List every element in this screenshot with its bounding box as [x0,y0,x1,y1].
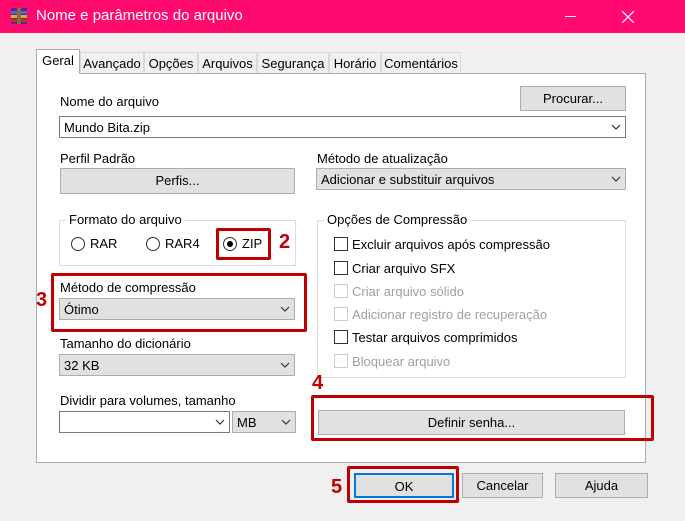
tab-avancado[interactable]: Avançado [80,52,144,73]
radio-rar[interactable] [71,237,85,251]
archive-format-title: Formato do arquivo [66,212,185,227]
chevron-down-icon [611,124,621,130]
winrar-app-icon [11,8,27,24]
chevron-down-icon [215,419,225,425]
minimize-icon [564,16,576,17]
highlight-compression-method [51,273,307,332]
update-method-label: Método de atualização [317,151,448,166]
profiles-button[interactable]: Perfis... [60,168,295,194]
tab-seguranca[interactable]: Segurança [257,52,329,73]
radio-rar-label: RAR [90,236,118,251]
browse-button[interactable]: Procurar... [520,86,626,111]
option-lock-archive-label: Bloquear arquivo [352,354,451,369]
tab-geral[interactable]: Geral [36,49,80,74]
update-method-value: Adicionar e substituir arquivos [321,172,495,187]
annotation-number-5: 5 [331,476,343,498]
checkbox-lock-archive [334,354,348,368]
option-solid-archive-label: Criar arquivo sólido [352,284,464,299]
help-button[interactable]: Ajuda [555,473,648,498]
update-method-combo[interactable]: Adicionar e substituir arquivos [316,168,626,190]
dictionary-size-label: Tamanho do dicionário [60,336,191,351]
option-test-files-label: Testar arquivos comprimidos [352,330,518,345]
close-icon [622,10,634,23]
tab-opcoes[interactable]: Opções [144,52,198,73]
option-delete-after-label: Excluir arquivos após compressão [352,237,550,252]
chevron-down-icon [280,362,290,368]
highlight-set-password [311,395,654,441]
compression-options-title: Opções de Compressão [324,212,471,227]
window-title: Nome e parâmetros do arquivo [36,7,243,24]
filename-combo[interactable]: Mundo Bita.zip [59,116,626,138]
chevron-down-icon [281,419,291,425]
split-unit-value: MB [237,415,257,430]
radio-rar4[interactable] [146,237,160,251]
annotation-number-4: 4 [312,372,324,394]
checkbox-create-sfx[interactable] [334,261,348,275]
dictionary-size-combo[interactable]: 32 KB [59,354,295,376]
checkbox-recovery-record [334,307,348,321]
radio-rar4-label: RAR4 [165,236,200,251]
option-recovery-record-label: Adicionar registro de recuperação [352,307,548,322]
split-volumes-label: Dividir para volumes, tamanho [60,393,236,408]
tab-horario[interactable]: Horário [329,52,381,73]
dictionary-size-value: 32 KB [64,358,100,373]
checkbox-delete-after[interactable] [334,237,348,251]
split-size-combo[interactable] [59,411,230,433]
checkbox-solid-archive [334,284,348,298]
profile-label: Perfil Padrão [60,151,136,166]
title-bar[interactable]: Nome e parâmetros do arquivo [0,0,685,33]
tab-arquivos[interactable]: Arquivos [198,52,257,73]
split-unit-combo[interactable]: MB [232,411,296,433]
tab-comentarios[interactable]: Comentários [381,52,461,73]
cancel-button[interactable]: Cancelar [462,473,543,498]
highlight-ok [347,466,459,503]
minimize-button[interactable] [547,0,593,33]
close-button[interactable] [605,0,651,33]
filename-label: Nome do arquivo [60,94,159,109]
chevron-down-icon [611,176,621,182]
option-create-sfx-label: Criar arquivo SFX [352,261,456,276]
filename-value: Mundo Bita.zip [64,120,150,135]
annotation-number-3: 3 [36,289,48,311]
highlight-zip [216,228,271,260]
annotation-number-2: 2 [279,231,291,253]
checkbox-test-files[interactable] [334,330,348,344]
